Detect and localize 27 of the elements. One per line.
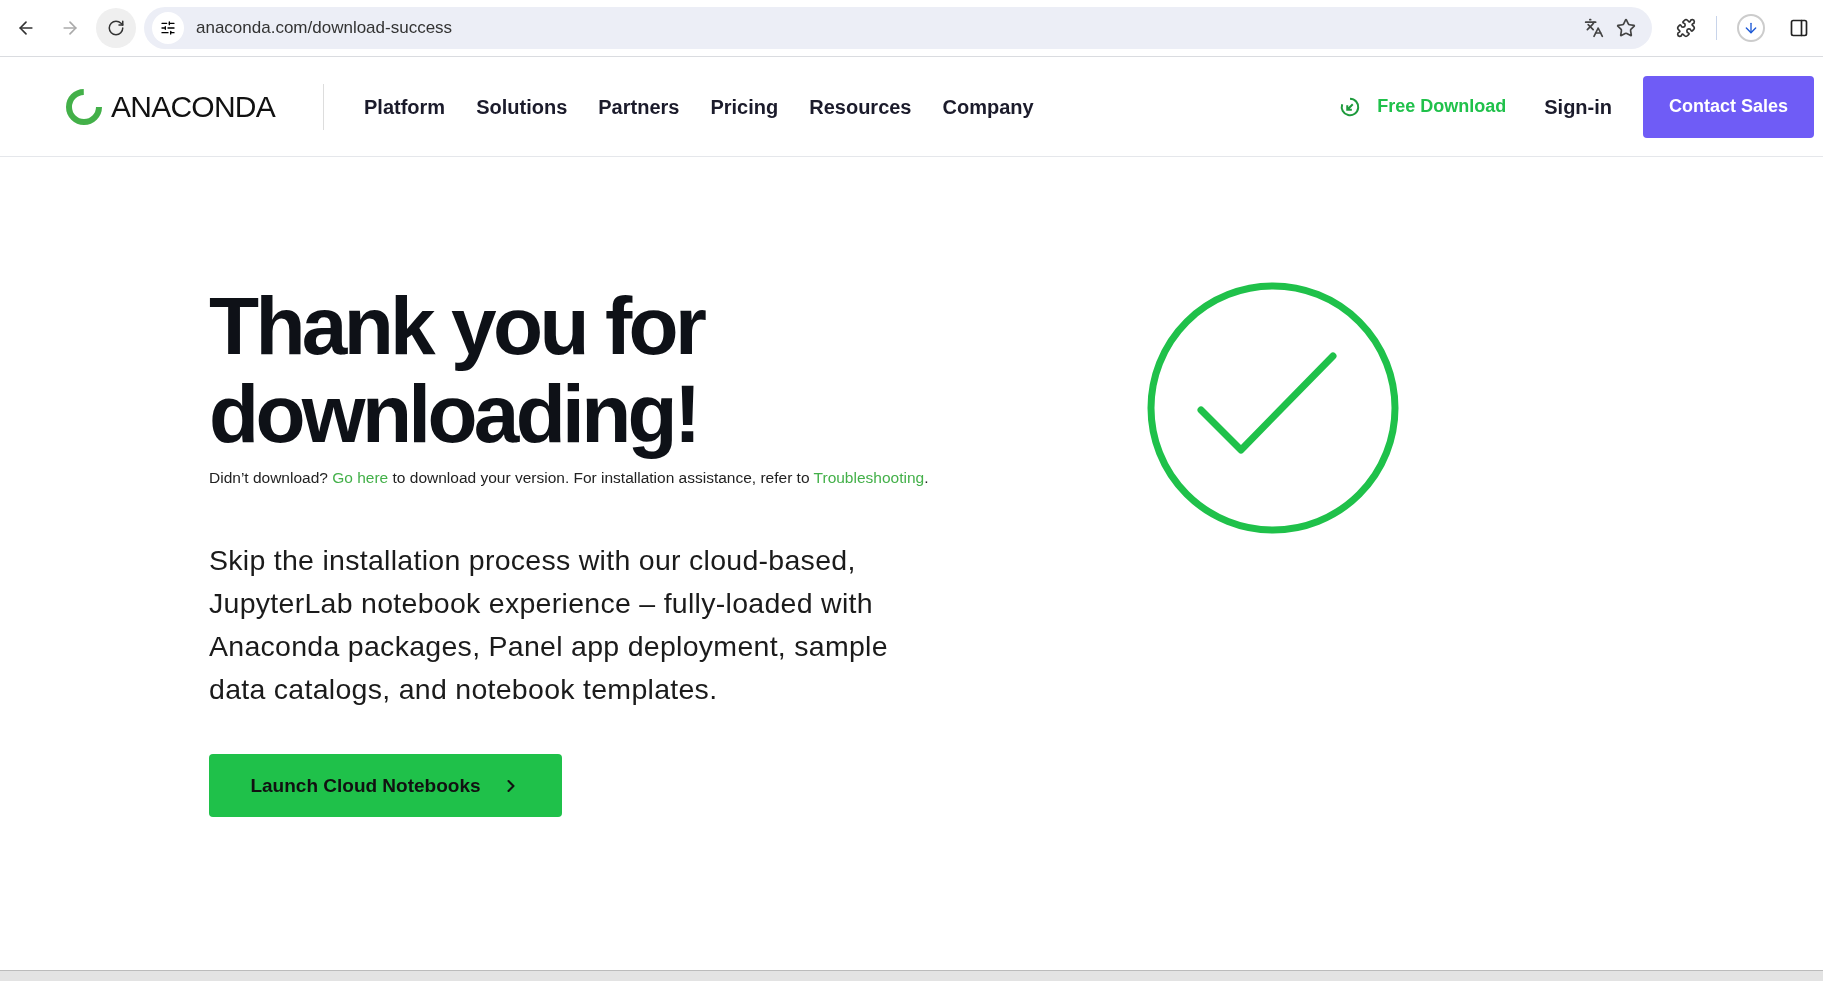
bookmark-star-icon[interactable] (1616, 18, 1636, 38)
contact-sales-button[interactable]: Contact Sales (1643, 75, 1814, 138)
checkmark-circle-icon (1147, 282, 1399, 534)
nav-link[interactable]: Partners (598, 91, 680, 122)
nav-link[interactable]: Pricing (710, 91, 779, 122)
nav-link[interactable]: Resources (809, 91, 912, 122)
nav-link[interactable]: Solutions (476, 91, 568, 122)
reload-button[interactable] (96, 8, 136, 48)
nav-link[interactable]: Company (942, 91, 1034, 122)
download-circle-icon (1339, 95, 1362, 118)
url-text: anaconda.com/download-success (196, 17, 454, 40)
cloud-description: Skip the installation process with our cloud-based, JupyterLab notebook experience – fully-loaded with Anaconda packages, Panel app deployment, sample data catalogs, and notebook templates. (209, 543, 889, 708)
download-help-text: Didn’t download? Go here to download your version. For installation assistance, refer to Troubleshooting. (209, 468, 930, 488)
side-panel-icon[interactable] (1789, 18, 1809, 38)
download-icon[interactable] (1737, 14, 1765, 42)
extensions-icon[interactable] (1676, 18, 1696, 38)
launch-notebooks-button[interactable]: Launch Cloud Notebooks (209, 754, 562, 818)
logo-ring-icon (65, 87, 103, 126)
sign-in-link[interactable]: Sign-in (1544, 91, 1612, 122)
hero-heading: downloading! (209, 370, 699, 458)
translate-icon[interactable] (1584, 18, 1604, 38)
logo-wordmark[interactable]: ANACONDA (111, 84, 276, 129)
address-bar[interactable]: anaconda.com/download-success (144, 7, 1652, 49)
reload-icon (107, 19, 125, 37)
hero-heading: Thank you for (209, 282, 705, 370)
nav-link[interactable]: Platform (364, 91, 446, 122)
site-settings-icon[interactable] (152, 12, 184, 44)
